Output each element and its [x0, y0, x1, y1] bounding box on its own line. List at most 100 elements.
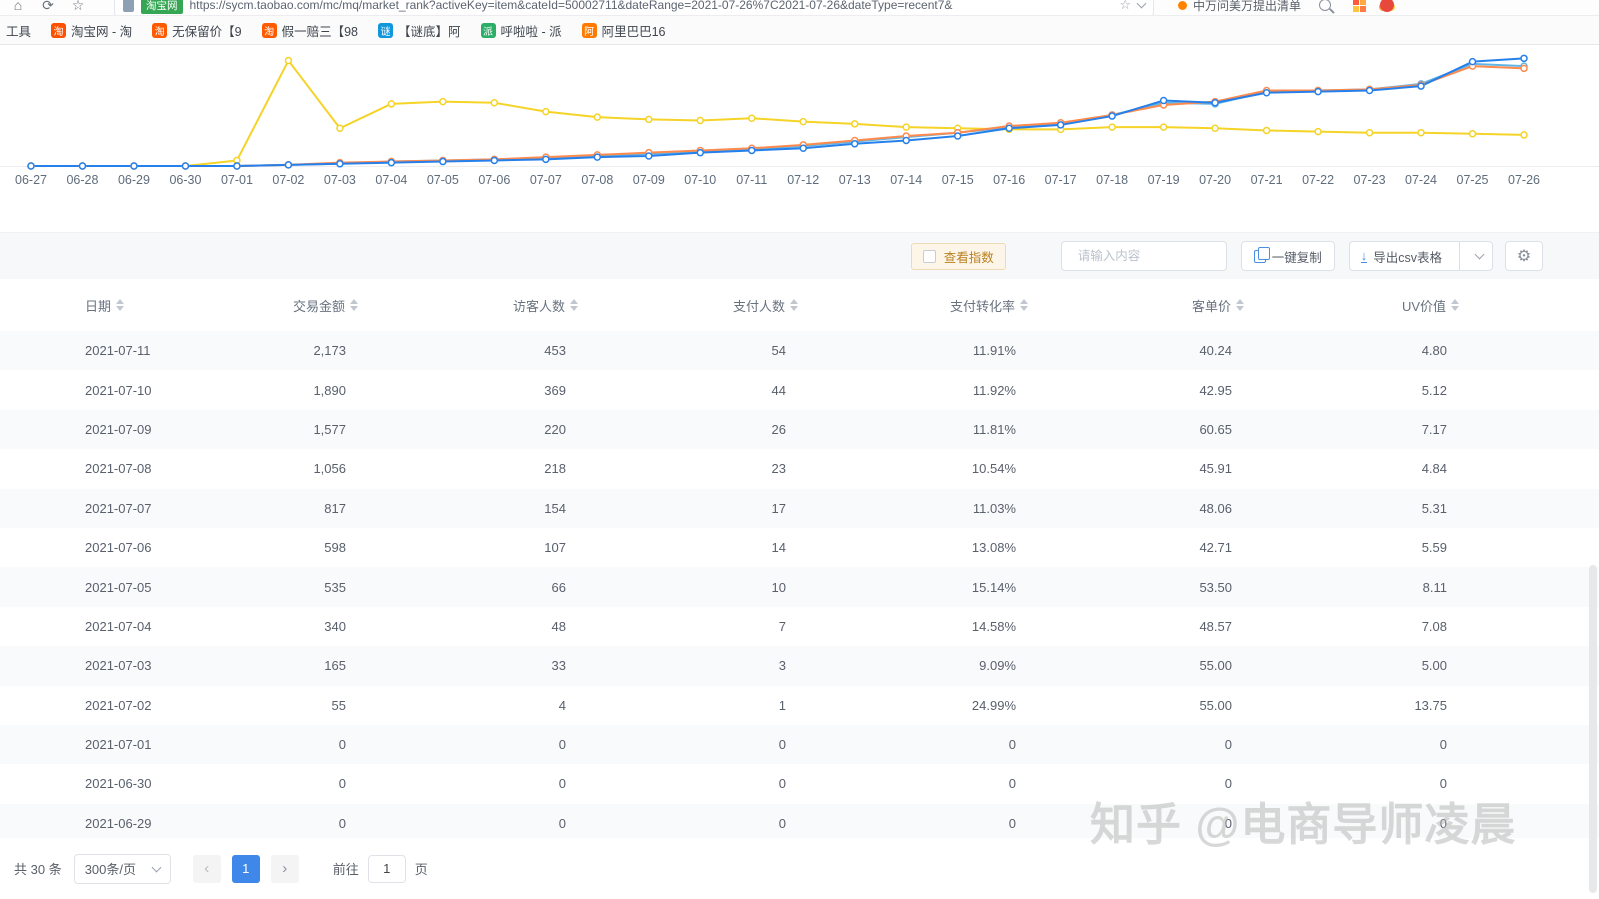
url-text[interactable]: https://sycm.taobao.com/mc/mq/market_ran…: [190, 0, 1113, 12]
table-cell: 1,890: [220, 383, 360, 398]
data-point: [1367, 130, 1373, 136]
table-cell: 165: [220, 658, 360, 673]
table-cell: 2021-06-29: [0, 816, 220, 831]
table-cell: 66: [360, 580, 580, 595]
url-dropdown-icon[interactable]: [1137, 0, 1147, 8]
table-cell: 107: [360, 540, 580, 555]
bookmark-star-icon[interactable]: ☆: [1119, 0, 1131, 13]
column-header[interactable]: 客单价: [1030, 296, 1246, 315]
sort-icon[interactable]: [790, 299, 798, 311]
table-cell: 1,056: [220, 461, 360, 476]
sort-icon[interactable]: [1236, 299, 1244, 311]
column-header[interactable]: 访客人数: [360, 296, 580, 315]
export-csv-button[interactable]: ↓ 导出csv表格: [1349, 241, 1493, 271]
copy-button[interactable]: 一键复制: [1241, 241, 1335, 271]
settings-gear-button[interactable]: ⚙: [1505, 241, 1543, 271]
bookmark-item[interactable]: 谜【谜底】阿: [378, 21, 461, 40]
bookmark-item[interactable]: 派呼啦啦 - 派: [481, 21, 562, 40]
data-point: [697, 150, 703, 156]
prev-page-button[interactable]: ‹: [193, 855, 221, 883]
page-number-button[interactable]: 1: [232, 855, 260, 883]
bookmark-item[interactable]: 淘淘宝网 - 淘: [51, 21, 132, 40]
sort-icon[interactable]: [116, 299, 124, 311]
bookmark-item[interactable]: 淘无保留价【9: [152, 21, 241, 40]
data-point: [646, 153, 652, 159]
chevron-down-icon: [151, 862, 161, 872]
apps-grid-icon[interactable]: [1353, 0, 1366, 12]
home-icon[interactable]: ⌂: [8, 0, 28, 14]
column-header[interactable]: 支付转化率: [800, 296, 1030, 315]
data-point: [903, 124, 909, 130]
x-axis-label: 07-21: [1251, 173, 1283, 187]
sort-icon[interactable]: [350, 299, 358, 311]
table-search: [1061, 241, 1227, 271]
table-cell: 0: [580, 737, 800, 752]
export-dropdown-icon[interactable]: [1466, 242, 1492, 270]
x-axis-label: 07-26: [1508, 173, 1540, 187]
page-size-select[interactable]: 300条/页: [74, 854, 171, 884]
refresh-icon[interactable]: ⟳: [38, 0, 58, 14]
table-row: 2021-07-05535661015.14%53.508.11: [0, 567, 1599, 606]
table-cell: 4: [360, 698, 580, 713]
bookmark-item[interactable]: 淘假一赔三【98: [262, 21, 358, 40]
table-cell: 55.00: [1030, 658, 1246, 673]
data-point: [182, 163, 188, 169]
data-point: [1109, 113, 1115, 119]
data-point: [1521, 132, 1527, 138]
bookmark-favicon: 谜: [378, 23, 393, 38]
goto-page-input[interactable]: [368, 855, 406, 883]
sort-asc-icon: [790, 299, 798, 304]
sort-icon[interactable]: [1451, 299, 1459, 311]
column-header-label: 访客人数: [513, 296, 565, 315]
table-cell: 40.24: [1030, 343, 1246, 358]
data-point: [1315, 129, 1321, 135]
column-header[interactable]: 日期: [0, 296, 220, 315]
view-index-checkbox[interactable]: 查看指数: [911, 243, 1006, 270]
sort-desc-icon: [570, 306, 578, 311]
x-axis-label: 07-24: [1405, 173, 1437, 187]
vertical-scrollbar[interactable]: [1589, 565, 1597, 893]
x-axis-label: 07-14: [890, 173, 922, 187]
column-header[interactable]: 交易金额: [220, 296, 360, 315]
data-point: [491, 100, 497, 106]
x-axis-label: 07-25: [1457, 173, 1489, 187]
table-cell: 2021-07-10: [0, 383, 220, 398]
table-cell: 26: [580, 422, 800, 437]
sort-icon[interactable]: [570, 299, 578, 311]
x-axis-label: 07-11: [736, 173, 767, 187]
url-bar[interactable]: 淘宝网 https://sycm.taobao.com/mc/mq/market…: [114, 0, 1154, 16]
data-point: [1521, 55, 1527, 61]
table-row: 2021-07-02554124.99%55.0013.75: [0, 686, 1599, 725]
checkbox-icon[interactable]: [923, 250, 936, 263]
table-cell: 4.84: [1246, 461, 1461, 476]
next-page-button[interactable]: ›: [271, 855, 299, 883]
search-input[interactable]: [1078, 249, 1239, 263]
sort-icon[interactable]: [1020, 299, 1028, 311]
table-cell: 8.11: [1246, 580, 1461, 595]
table-cell: 48: [360, 619, 580, 634]
browser-search-box[interactable]: 中万问美万提出清单: [1178, 0, 1301, 14]
data-point: [1212, 100, 1218, 106]
table-body: 2021-07-112,1734535411.91%40.244.802021-…: [0, 331, 1599, 838]
data-point: [800, 145, 806, 151]
table-row: 2021-07-081,0562182310.54%45.914.84: [0, 449, 1599, 488]
table-cell: 2021-07-08: [0, 461, 220, 476]
bookmark-label: 阿里巴巴16: [602, 21, 666, 40]
bookmark-item[interactable]: 工具: [6, 21, 31, 40]
data-point: [800, 119, 806, 125]
data-point: [440, 159, 446, 165]
table-cell: 0: [580, 816, 800, 831]
table-cell: 0: [800, 737, 1030, 752]
favorite-star-icon[interactable]: ☆: [68, 0, 88, 14]
column-header-label: 支付人数: [733, 296, 785, 315]
x-axis-label: 06-29: [118, 173, 150, 187]
search-icon[interactable]: [1319, 0, 1331, 11]
browser-search-text[interactable]: 中万问美万提出清单: [1193, 0, 1301, 14]
data-point: [1470, 131, 1476, 137]
column-header[interactable]: 支付人数: [580, 296, 800, 315]
column-header[interactable]: UV价值: [1246, 296, 1461, 315]
data-point: [646, 116, 652, 122]
bookmark-item[interactable]: 阿阿里巴巴16: [582, 21, 666, 40]
data-point: [1470, 59, 1476, 65]
extensions-icon[interactable]: [1380, 0, 1394, 12]
